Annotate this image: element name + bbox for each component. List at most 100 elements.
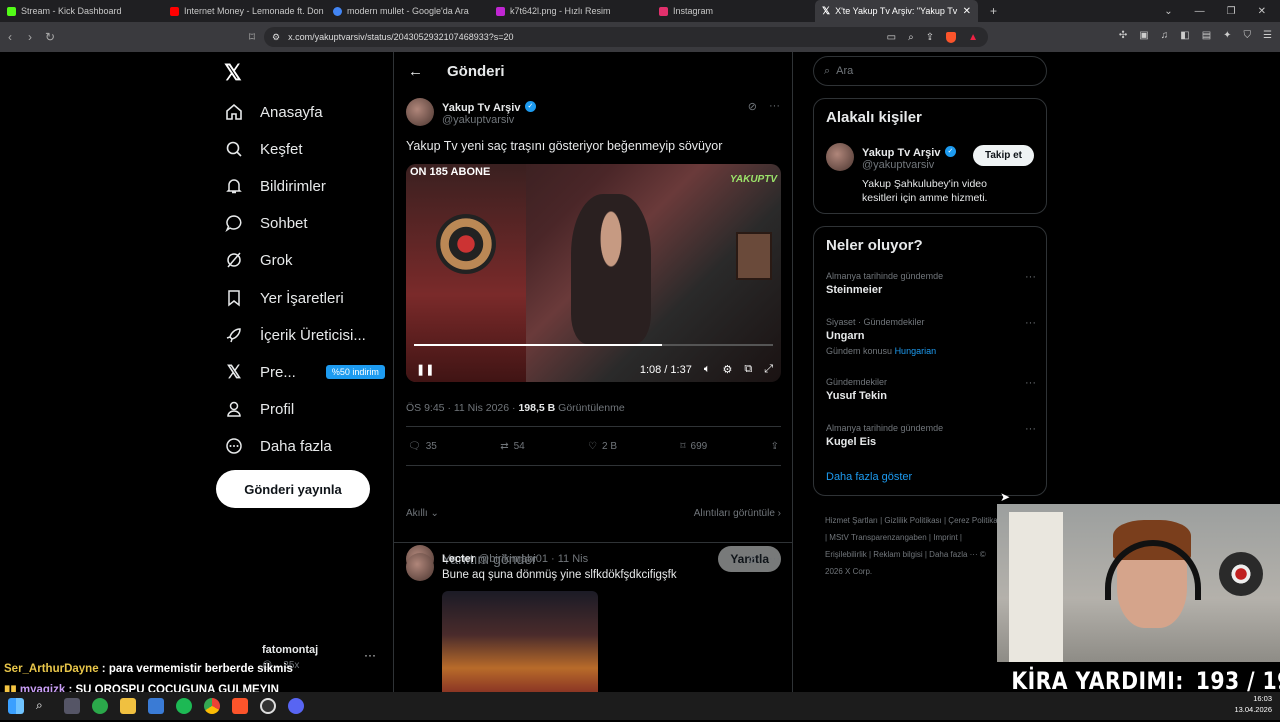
browser-tab-5[interactable]: Instagram [652, 0, 815, 22]
site-info-icon[interactable]: ⚙ [272, 32, 280, 43]
obs-icon[interactable] [260, 698, 276, 714]
chrome-icon[interactable] [204, 698, 220, 714]
trend-item[interactable]: Gündemdekiler Yusuf Tekin ··· [826, 377, 1036, 402]
bookmark-page-icon[interactable]: ⌑ [242, 30, 262, 44]
vpn-icon[interactable]: ⛉ [1244, 30, 1252, 41]
close-tab-icon[interactable]: ✕ [963, 6, 971, 17]
footer-links[interactable]: Hizmet Şartları | Gizlilik Politikası | … [825, 512, 1005, 580]
sidebar-item-home[interactable]: Anasayfa [224, 102, 323, 122]
trend-more-icon[interactable]: ··· [1025, 423, 1036, 435]
follow-button[interactable]: Takip et [972, 145, 1034, 166]
sidebar-item-creator-studio[interactable]: İçerik Üreticisi... [224, 325, 366, 345]
browser-tab-4[interactable]: k7t642l.png - Hızlı Resim [489, 0, 652, 22]
grok-explain-icon[interactable]: ⊘ [748, 100, 757, 113]
sidebar-item-premium[interactable]: 𝕏 Pre... %50 indirim [224, 362, 385, 382]
related-handle[interactable]: @yakuptvarsiv [862, 159, 934, 171]
store-icon[interactable] [148, 698, 164, 714]
browser-tab-active[interactable]: 𝕏 X'te Yakup Tv Arşiv: "Yakup Tv ✕ [815, 0, 978, 22]
wallet2-icon[interactable]: ▤ [1202, 30, 1211, 41]
sidebar-item-bookmarks[interactable]: Yer İşaretleri [224, 288, 344, 308]
spotify-icon[interactable] [176, 698, 192, 714]
restore-icon[interactable]: ❐ [1227, 6, 1236, 17]
post-button[interactable]: Gönderi yayınla [216, 470, 370, 508]
reply-handle[interactable]: @birikimabi01 · 11 Nis [478, 553, 588, 565]
chevron-down-icon[interactable]: ⌄ [1164, 6, 1172, 17]
extensions-icon[interactable]: ✣ [1119, 30, 1127, 41]
app-icon-green[interactable] [92, 698, 108, 714]
browser-tab-3[interactable]: modern mullet - Google'da Ara [326, 0, 489, 22]
view-quotes-link[interactable]: Alıntıları görüntüle › [694, 508, 781, 519]
related-name[interactable]: Yakup Tv Arşiv [862, 147, 940, 159]
sidebar-item-grok[interactable]: Grok [224, 250, 293, 270]
minimize-icon[interactable]: — [1195, 6, 1205, 17]
file-explorer-icon[interactable] [120, 698, 136, 714]
avatar[interactable] [406, 98, 434, 126]
tweet-author[interactable]: Yakup Tv Arşiv [442, 102, 520, 114]
share-icon[interactable]: ⇪ [926, 32, 934, 43]
reply-sort-dropdown[interactable]: Akıllı ⌄ [406, 508, 439, 519]
account-more-icon[interactable]: ··· [364, 648, 376, 662]
music-icon[interactable]: ♫ [1161, 30, 1169, 41]
new-tab-icon[interactable]: + [978, 4, 997, 18]
forward-icon[interactable]: › [20, 30, 40, 44]
trend-item[interactable]: Almanya tarihinde gündemde Kugel Eis ··· [826, 423, 1036, 448]
trend-item[interactable]: Siyaset · Gündemdekiler Ungarn Gündem ko… [826, 317, 1036, 356]
trend-more-icon[interactable]: ··· [1025, 317, 1036, 329]
video-player[interactable]: ON 185 ABONE YAKUPTV ❚❚ 1:08 / 1:37 🔈︎ ⚙… [406, 164, 781, 382]
trend-topic-link[interactable]: Hungarian [895, 346, 937, 356]
back-arrow-icon[interactable]: ← [408, 63, 423, 80]
show-more-link[interactable]: Daha fazla göster [826, 471, 912, 483]
reply-more-icon[interactable]: ··· [769, 553, 780, 566]
related-avatar[interactable] [826, 143, 854, 171]
volume-icon[interactable]: 🔈︎ [704, 363, 711, 376]
trend-item[interactable]: Almanya tarihinde gündemde Steinmeier ··… [826, 271, 1036, 296]
leo-icon[interactable]: ✦ [1223, 30, 1231, 41]
zoom-icon[interactable]: ⌕ [908, 32, 914, 43]
search-icon[interactable]: ⌕ [36, 698, 52, 714]
tweet-time[interactable]: ÖS 9:45 · 11 Nis 2026 · [406, 402, 516, 414]
cast-icon[interactable]: ▭ [887, 32, 896, 43]
x-logo-icon[interactable]: 𝕏 [224, 60, 242, 86]
trend-more-icon[interactable]: ··· [1025, 271, 1036, 283]
reload-icon[interactable]: ↻ [40, 30, 60, 44]
reply-author[interactable]: Lecter [442, 553, 475, 565]
close-window-icon[interactable]: ✕ [1258, 6, 1266, 17]
reply-action[interactable]: 🗨︎ 35 [408, 441, 437, 452]
trend-more-icon[interactable]: ··· [1025, 377, 1036, 389]
reply-avatar[interactable] [406, 553, 434, 581]
reply-image[interactable] [442, 591, 598, 700]
sidebar-item-chat[interactable]: Sohbet [224, 213, 308, 233]
brave-icon[interactable] [232, 698, 248, 714]
sidebar-item-more[interactable]: Daha fazla [224, 436, 332, 456]
sidebar-toggle-icon[interactable]: ◧ [1180, 30, 1189, 41]
tweet-handle[interactable]: @yakuptvarsiv [442, 114, 514, 126]
url-field[interactable]: ⚙ x.com/yakuptvarsiv/status/204305293210… [264, 27, 988, 47]
discord-icon[interactable] [288, 698, 304, 714]
like-action[interactable]: ♡ 2 B [588, 441, 617, 452]
windows-start-icon[interactable] [8, 698, 24, 714]
settings-icon[interactable]: ⚙ [722, 363, 732, 376]
menu-icon[interactable]: ☰ [1263, 30, 1272, 41]
pip-icon[interactable]: ⧉ [744, 363, 752, 376]
search-input[interactable]: ⌕ Ara [813, 56, 1047, 86]
reply-tweet[interactable]: Lecter @birikimabi01 · 11 Nis ⊘ ··· Bune… [394, 542, 792, 700]
sidebar-item-profile[interactable]: Profil [224, 399, 294, 419]
sidebar-item-notifications[interactable]: Bildirimler [224, 176, 326, 196]
grok-explain-icon[interactable]: ⊘ [748, 553, 757, 566]
browser-tab-2[interactable]: Internet Money - Lemonade ft. Don [163, 0, 326, 22]
brave-shield-icon[interactable] [946, 31, 957, 43]
back-icon[interactable]: ‹ [0, 30, 20, 44]
wallet-icon[interactable]: ▣ [1139, 30, 1148, 41]
system-clock[interactable]: 16:03 13.04.2026 [1234, 693, 1272, 715]
pause-icon[interactable]: ❚❚ [416, 363, 434, 376]
sidebar-item-explore[interactable]: Keşfet [224, 139, 303, 159]
brave-rewards-icon[interactable]: ▲ [968, 32, 978, 43]
share-action[interactable]: ⇪ [771, 441, 779, 452]
bookmark-action[interactable]: ⌑ 699 [680, 441, 707, 452]
task-view-icon[interactable] [64, 698, 80, 714]
video-progress-bar[interactable] [414, 344, 773, 346]
fullscreen-icon[interactable]: ⤢ [764, 363, 773, 376]
tweet-more-icon[interactable]: ··· [769, 100, 780, 113]
browser-tab-1[interactable]: Stream - Kick Dashboard [0, 0, 163, 22]
retweet-action[interactable]: ⇄ 54 [500, 441, 525, 452]
